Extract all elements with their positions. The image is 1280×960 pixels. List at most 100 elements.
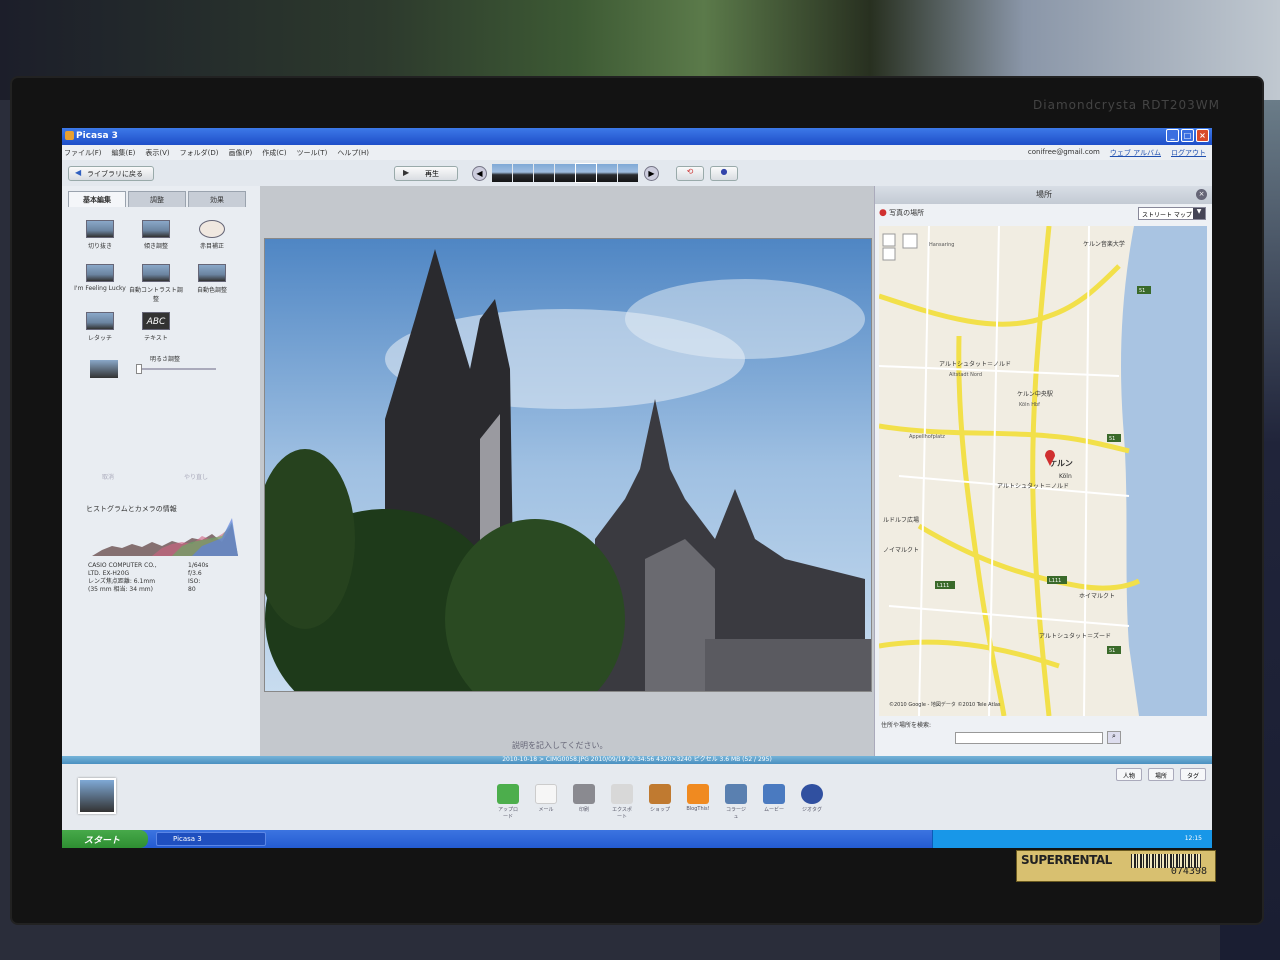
straighten-label: 傾き調整 xyxy=(143,243,168,250)
geotag-label: ジオタグ xyxy=(801,807,822,813)
tab-tuning[interactable]: 調整 xyxy=(128,191,186,207)
tab-basic-fixes[interactable]: 基本編集 xyxy=(68,191,126,207)
map-view[interactable]: ケルン Köln アルトシュタット＝ノルド Altstadt Nord アルトシ… xyxy=(879,226,1207,716)
geotag-button[interactable]: ジオタグ xyxy=(800,784,824,820)
caption-input[interactable]: 説明を記入してください。 xyxy=(512,740,608,751)
print-button[interactable]: 印刷 xyxy=(572,784,596,820)
blogthis-button[interactable]: BlogThis! xyxy=(686,784,710,820)
crop-tool[interactable]: 切り抜き xyxy=(72,220,128,250)
map-search-button[interactable]: ⌕ xyxy=(1107,731,1121,744)
auto-contrast-tool[interactable]: 自動コントラスト調整 xyxy=(128,264,184,303)
filmstrip-thumb[interactable] xyxy=(513,164,533,182)
menu-edit[interactable]: 編集(E) xyxy=(112,148,136,160)
close-button[interactable]: × xyxy=(1196,129,1209,142)
filmstrip-thumb[interactable] xyxy=(534,164,554,182)
filmstrip-thumb[interactable] xyxy=(597,164,617,182)
monitor-brand: Diamondcrysta RDT203WM xyxy=(1033,98,1220,112)
filmstrip-thumb[interactable] xyxy=(492,164,512,182)
printer-icon xyxy=(573,784,595,804)
shop-button[interactable]: ショップ xyxy=(648,784,672,820)
menu-view[interactable]: 表示(V) xyxy=(145,148,169,160)
filmstrip-thumb[interactable] xyxy=(555,164,575,182)
camera-shutter: 1/640s xyxy=(188,562,209,569)
web-albums-link[interactable]: ウェブ アルバム xyxy=(1110,148,1161,158)
slideshow-play-button[interactable]: ▶ 再生 xyxy=(394,166,458,181)
map-label-hansaring: Hansaring xyxy=(929,242,954,248)
folder-icon xyxy=(611,784,633,804)
rotate-tool-button[interactable]: ⟲ xyxy=(676,166,704,181)
text-tool[interactable]: ABC テキスト xyxy=(128,312,184,342)
globe-icon: ● xyxy=(720,167,728,176)
retouch-icon xyxy=(86,312,114,330)
print-label: 印刷 xyxy=(578,807,589,813)
brightness-preview xyxy=(90,360,118,378)
camera-focal: レンズ焦点距離: 6.1mm xyxy=(88,578,156,585)
geotag-globe-button[interactable]: ● xyxy=(710,166,738,181)
tray-thumbnail[interactable] xyxy=(78,778,116,814)
auto-contrast-label: 自動コントラスト調整 xyxy=(129,287,183,303)
shop-label: ショップ xyxy=(649,807,670,813)
map-route-badge: 51 xyxy=(1109,436,1115,442)
close-places-icon[interactable]: × xyxy=(1196,189,1207,200)
menu-create[interactable]: 作成(C) xyxy=(262,148,286,160)
cathedral-photo[interactable] xyxy=(264,238,872,692)
movie-label: ムービー xyxy=(763,807,784,813)
tags-toggle[interactable]: タグ xyxy=(1179,768,1206,781)
rotate-icon: ⟲ xyxy=(686,167,694,176)
retouch-tool[interactable]: レタッチ xyxy=(72,312,128,342)
collage-icon xyxy=(725,784,747,804)
people-toggle[interactable]: 人物 xyxy=(1115,768,1142,781)
auto-color-icon xyxy=(198,264,226,282)
zoom-in-icon[interactable] xyxy=(882,233,896,247)
movie-button[interactable]: ムービー xyxy=(762,784,786,820)
redo-button[interactable]: やり直し xyxy=(184,472,208,481)
menu-folder[interactable]: フォルダ(D) xyxy=(180,148,219,160)
taskbar: スタート Picasa 3 12:15 xyxy=(62,830,1212,848)
straighten-icon xyxy=(142,220,170,238)
logout-link[interactable]: ログアウト xyxy=(1171,148,1206,158)
brightness-slider-handle[interactable] xyxy=(136,364,142,374)
places-header: 場所 × xyxy=(875,186,1212,204)
zoom-out-icon[interactable] xyxy=(882,247,896,261)
maximize-button[interactable]: □ xyxy=(1181,129,1194,142)
undo-button[interactable]: 取消 xyxy=(102,472,114,481)
map-label-altstadt1-en: Altstadt Nord xyxy=(949,372,982,378)
street-view-icon[interactable] xyxy=(902,233,918,249)
taskbar-picasa[interactable]: Picasa 3 xyxy=(156,832,266,846)
camera-info: CASIO COMPUTER CO., LTD. EX-H20G レンズ焦点距離… xyxy=(88,562,208,594)
picasa-app-icon xyxy=(65,131,74,140)
upload-label: アップロード xyxy=(497,807,518,820)
menu-picture[interactable]: 画像(P) xyxy=(229,148,253,160)
export-button[interactable]: エクスポート xyxy=(610,784,634,820)
menu-help[interactable]: ヘルプ(H) xyxy=(337,148,369,160)
tab-effects[interactable]: 効果 xyxy=(188,191,246,207)
back-to-library-button[interactable]: ◀ ライブラリに戻る xyxy=(68,166,154,181)
previous-photo-button[interactable]: ◀ xyxy=(472,166,487,181)
brightness-slider[interactable] xyxy=(136,368,216,370)
filmstrip-thumb[interactable] xyxy=(575,163,597,183)
start-button[interactable]: スタート xyxy=(62,830,148,848)
map-label-rudolf: ルドルフ広場 xyxy=(883,516,919,524)
window-title: Picasa 3 xyxy=(76,131,118,141)
minimize-button[interactable]: _ xyxy=(1166,129,1179,142)
redeye-tool[interactable]: 赤目補正 xyxy=(184,220,240,250)
action-buttons: アップロード メール 印刷 エクスポート ショップ BlogThis! コラージ… xyxy=(496,784,824,820)
filmstrip-thumb[interactable] xyxy=(618,164,638,182)
places-toggle[interactable]: 場所 xyxy=(1147,768,1174,781)
collage-button[interactable]: コラージュ xyxy=(724,784,748,820)
camera-iso: ISO: 80 xyxy=(188,578,201,593)
next-photo-button[interactable]: ▶ xyxy=(644,166,659,181)
menu-file[interactable]: ファイル(F) xyxy=(64,148,102,160)
map-search-input[interactable] xyxy=(955,732,1103,744)
straighten-tool[interactable]: 傾き調整 xyxy=(128,220,184,250)
map-type-value: ストリート マップ xyxy=(1142,212,1192,219)
collage-label: コラージュ xyxy=(726,807,746,820)
menu-tools[interactable]: ツール(T) xyxy=(297,148,328,160)
map-type-select[interactable]: ストリート マップ ▼ xyxy=(1138,207,1206,220)
filmstrip xyxy=(492,163,640,183)
auto-color-tool[interactable]: 自動色調整 xyxy=(184,264,240,294)
lucky-tool[interactable]: I'm Feeling Lucky xyxy=(72,264,128,292)
upload-button[interactable]: アップロード xyxy=(496,784,520,820)
map-route-badge: 51 xyxy=(1139,288,1145,294)
email-button[interactable]: メール xyxy=(534,784,558,820)
